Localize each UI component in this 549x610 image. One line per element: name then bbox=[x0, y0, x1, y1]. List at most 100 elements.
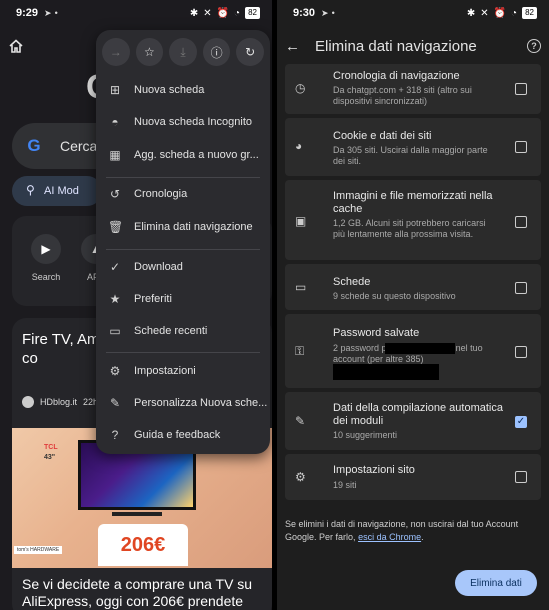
wifi-icon: ◔ bbox=[511, 7, 518, 19]
row-cache[interactable]: ▣ Immagini e file memorizzati nella cach… bbox=[285, 180, 541, 260]
download-icon[interactable]: ⤓ bbox=[169, 38, 197, 66]
menu-item-label: Preferiti bbox=[134, 293, 172, 305]
help-icon: ? bbox=[111, 428, 119, 442]
row-site-settings[interactable]: ⚙ Impostazioni sito 19 siti bbox=[285, 454, 541, 500]
row-title: Impostazioni sito bbox=[333, 464, 415, 476]
mute-icon: ✕ bbox=[480, 7, 489, 19]
bluetooth-icon: ✱ bbox=[189, 7, 199, 19]
clear-browsing-data-screen: 9:30 ➤ • ✱ ✕ ⏰ ◔ 82 ← Elimina dati navig… bbox=[277, 0, 549, 610]
forward-icon[interactable]: → bbox=[102, 38, 130, 66]
menu-item-customize-ntp[interactable]: ✎ Personalizza Nuova sche... bbox=[96, 389, 270, 417]
menu-item-recent-tabs[interactable]: ▭ Schede recenti bbox=[96, 317, 270, 345]
row-title: Cookie e dati dei siti bbox=[333, 130, 432, 142]
menu-item-help[interactable]: ? Guida e feedback bbox=[96, 421, 270, 449]
refresh-icon[interactable]: ↻ bbox=[236, 38, 264, 66]
menu-item-bookmarks[interactable]: ★ Preferiti bbox=[96, 285, 270, 313]
notification-icons: ➤ • bbox=[321, 8, 335, 19]
row-subtitle: 1,2 GB. Alcuni siti potrebbero caricarsi… bbox=[333, 218, 486, 239]
redaction-bar bbox=[333, 364, 439, 380]
more-dots-icon: • bbox=[331, 8, 335, 18]
alarm-icon: ⏰ bbox=[216, 7, 230, 19]
page-title: Elimina dati navigazione bbox=[315, 37, 477, 55]
telegram-icon: ➤ bbox=[44, 7, 52, 18]
row-subtitle: 10 suggerimenti bbox=[333, 430, 398, 440]
menu-item-incognito[interactable]: ◓ Nuova scheda Incognito bbox=[96, 108, 270, 136]
help-circle-icon[interactable]: ? bbox=[527, 39, 541, 53]
plus-box-icon: ⊞ bbox=[109, 83, 121, 97]
row-cookies[interactable]: ◕ Cookie e dati dei siti Da 305 siti. Us… bbox=[285, 118, 541, 176]
row-subtitle: 19 siti bbox=[333, 480, 357, 490]
notification-icons: ➤ • bbox=[44, 8, 58, 19]
tv-stand bbox=[112, 512, 162, 516]
clear-data-button[interactable]: Elimina dati bbox=[455, 570, 537, 596]
row-browsing-history[interactable]: ◷ Cronologia di navigazione Da chatgpt.c… bbox=[285, 64, 541, 114]
star-filled-icon: ★ bbox=[109, 292, 121, 306]
row-title: Cronologia di navigazione bbox=[333, 70, 460, 82]
image-icon: ▣ bbox=[295, 214, 307, 228]
row-title: Dati della compilazione automatica dei m… bbox=[333, 402, 503, 427]
devices-icon: ▭ bbox=[109, 324, 121, 338]
price-tag: 206€ bbox=[98, 524, 188, 566]
tab-icon: ▭ bbox=[295, 280, 307, 294]
footer-end: . bbox=[421, 532, 424, 542]
row-subtitle: 9 schede su questo dispositivo bbox=[333, 291, 456, 301]
history-icon: ↺ bbox=[109, 187, 121, 201]
toms-hardware-logo: tom's HARDWARE bbox=[14, 546, 63, 554]
app-bar: ← Elimina dati navigazione ? bbox=[277, 30, 549, 62]
checkbox-checked[interactable]: ✓ bbox=[515, 416, 527, 428]
menu-item-label: Nuova scheda Incognito bbox=[134, 116, 253, 128]
tab-group-icon: ▦ bbox=[109, 148, 121, 162]
checkbox[interactable] bbox=[515, 282, 527, 294]
menu-item-new-tab[interactable]: ⊞ Nuova scheda bbox=[96, 76, 270, 104]
cookie-icon: ◕ bbox=[295, 139, 303, 153]
row-passwords[interactable]: ⚿ Password salvate 2 password per 387 pa… bbox=[285, 314, 541, 388]
footer-note: Se elimini i dati di navigazione, non us… bbox=[285, 518, 543, 544]
checkbox[interactable] bbox=[515, 83, 527, 95]
battery-indicator: 82 bbox=[522, 7, 537, 19]
menu-divider bbox=[106, 177, 260, 178]
menu-item-label: Guida e feedback bbox=[134, 429, 221, 441]
row-tabs[interactable]: ▭ Schede 9 schede su questo dispositivo bbox=[285, 264, 541, 310]
menu-item-history[interactable]: ↺ Cronologia bbox=[96, 180, 270, 208]
star-icon[interactable]: ☆ bbox=[135, 38, 164, 66]
row-title: Immagini e file memorizzati nella cache bbox=[333, 190, 493, 215]
row-title: Password salvate bbox=[333, 327, 420, 339]
article-source: HDblog.it 22h bbox=[22, 396, 98, 408]
back-arrow-icon[interactable]: ← bbox=[285, 38, 305, 55]
status-time: 9:30 bbox=[293, 7, 316, 19]
pencil-icon: ✎ bbox=[295, 414, 306, 428]
menu-divider bbox=[106, 352, 260, 353]
status-time: 9:29 bbox=[16, 7, 39, 19]
menu-item-clear-data[interactable]: 🗑 Elimina dati navigazione bbox=[96, 213, 270, 241]
menu-item-label: Impostazioni bbox=[134, 365, 196, 377]
menu-item-settings[interactable]: ⚙ Impostazioni bbox=[96, 357, 270, 385]
google-g-icon: G bbox=[27, 136, 41, 155]
home-icon[interactable] bbox=[8, 38, 24, 54]
menu-item-downloads[interactable]: ✓ Download bbox=[96, 253, 270, 281]
checkbox[interactable] bbox=[515, 216, 527, 228]
menu-item-label: Agg. scheda a nuovo gr... bbox=[134, 149, 259, 161]
site-settings-icon: ⚙ bbox=[295, 470, 306, 484]
checkbox[interactable] bbox=[515, 141, 527, 153]
ai-search-icon: ⚲ bbox=[26, 183, 35, 197]
menu-divider bbox=[106, 249, 260, 250]
wifi-icon: ◔ bbox=[234, 7, 241, 19]
ai-mode-button[interactable]: ⚲ AI Mod bbox=[12, 176, 102, 206]
more-dots-icon: • bbox=[54, 8, 58, 18]
menu-item-label: Elimina dati navigazione bbox=[134, 221, 253, 233]
row-autofill[interactable]: ✎ Dati della compilazione automatica dei… bbox=[285, 392, 541, 450]
shortcut-label: Search bbox=[31, 272, 61, 282]
status-right-icons: ✱ ✕ ⏰ ◔ 82 bbox=[467, 7, 537, 19]
tv-brand: TCL bbox=[44, 444, 58, 451]
checkbox[interactable] bbox=[515, 346, 527, 358]
checkbox[interactable] bbox=[515, 471, 527, 483]
redaction-bar bbox=[385, 343, 455, 354]
bluetooth-icon: ✱ bbox=[466, 7, 476, 19]
next-article-title: Se vi decidete a comprare una TV su AliE… bbox=[22, 576, 253, 609]
download-check-icon: ✓ bbox=[109, 260, 121, 274]
chrome-new-tab-screen: 9:29 ➤ • ✱ ✕ ⏰ ◔ 82 G G Cerca co ⚲ AI Mo… bbox=[0, 0, 272, 610]
menu-item-label: Personalizza Nuova sche... bbox=[134, 397, 268, 409]
menu-item-add-tab-group[interactable]: ▦ Agg. scheda a nuovo gr... bbox=[96, 141, 270, 169]
sign-out-link[interactable]: esci da Chrome bbox=[358, 532, 421, 542]
info-icon[interactable]: ⓘ bbox=[202, 38, 231, 66]
